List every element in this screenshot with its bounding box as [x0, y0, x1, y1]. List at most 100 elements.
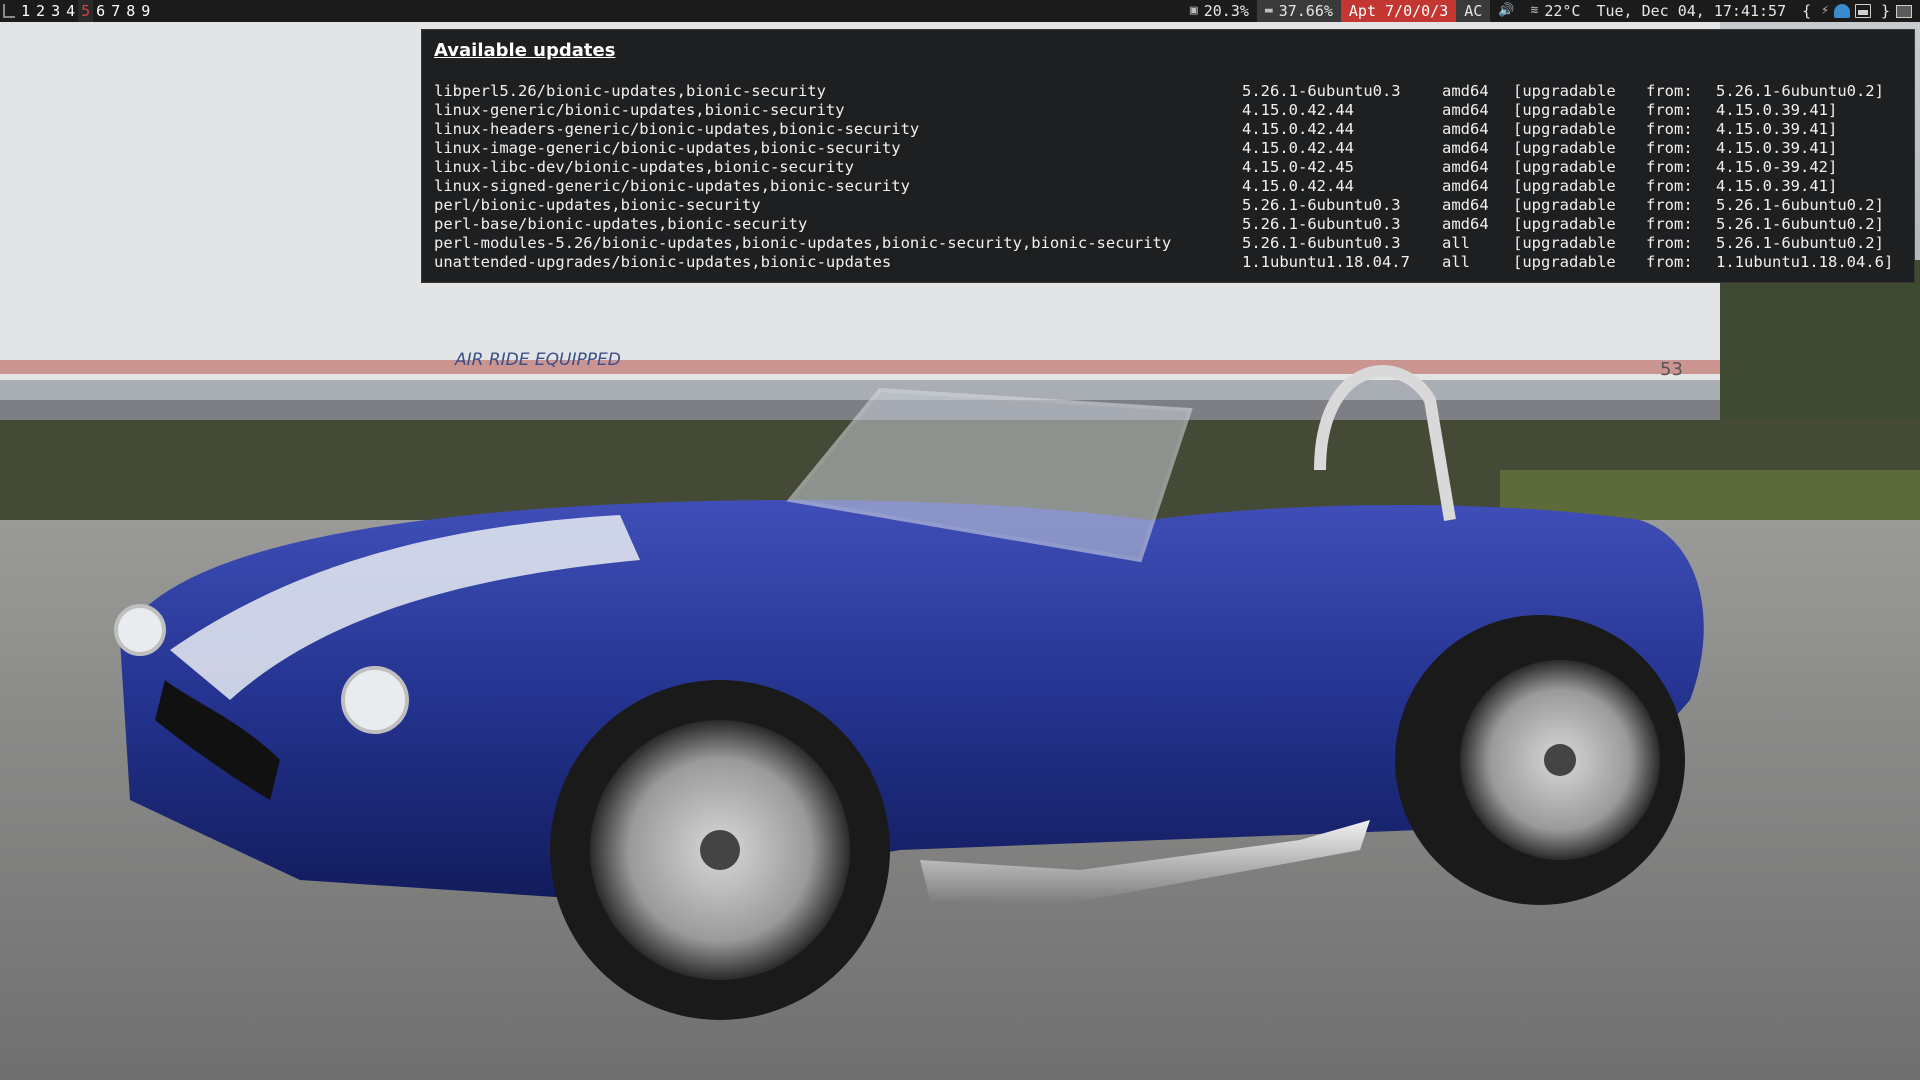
workspace-8[interactable]: 8 [123, 0, 138, 22]
update-row: linux-signed-generic/bionic-updates,bion… [434, 177, 1893, 196]
architecture: amd64 [1442, 158, 1489, 176]
package-name: libperl5.26/bionic-updates,bionic-securi… [434, 82, 826, 100]
architecture: all [1442, 234, 1470, 252]
from-label: from: [1646, 139, 1693, 157]
temperature-icon: ≋ [1530, 3, 1539, 18]
cpu-indicator: ▣ 20.3% [1182, 0, 1257, 22]
power-tray-icon[interactable] [1854, 4, 1871, 18]
from-label: from: [1646, 196, 1693, 214]
apt-value: Apt 7/0/0/3 [1348, 2, 1449, 20]
workspace-6[interactable]: 6 [93, 0, 108, 22]
workspace-list: 123456789 [18, 0, 153, 22]
update-row: linux-image-generic/bionic-updates,bioni… [434, 139, 1893, 158]
workspace-7[interactable]: 7 [108, 0, 123, 22]
cpu-icon: ▣ [1189, 3, 1198, 18]
old-version: 4.15.0.39.41] [1716, 177, 1838, 195]
package-name: unattended-upgrades/bionic-updates,bioni… [434, 253, 892, 271]
workspace-2[interactable]: 2 [33, 0, 48, 22]
new-version: 4.15.0.42.44 [1242, 120, 1354, 138]
status-bar: 123456789 ▣ 20.3% ▬ 37.66% Apt 7/0/0/3 A… [0, 0, 1920, 22]
architecture: amd64 [1442, 120, 1489, 138]
upgrade-status: [upgradable [1513, 82, 1616, 100]
tray-brace-close: } [1880, 2, 1890, 20]
upgrade-status: [upgradable [1513, 215, 1616, 233]
memory-value: 37.66% [1278, 2, 1333, 20]
upgrade-status: [upgradable [1513, 139, 1616, 157]
upgrade-status: [upgradable [1513, 177, 1616, 195]
battery-tray-icon[interactable]: ⚡ [1821, 0, 1829, 22]
updates-popup: Available updates libperl5.26/bionic-upd… [421, 29, 1915, 283]
updates-table: libperl5.26/bionic-updates,bionic-securi… [434, 82, 1893, 272]
package-name: perl-modules-5.26/bionic-updates,bionic-… [434, 234, 1172, 252]
updates-title: Available updates [434, 40, 616, 61]
package-name: perl/bionic-updates,bionic-security [434, 196, 761, 214]
workspace-1[interactable]: 1 [18, 0, 33, 22]
architecture: amd64 [1442, 82, 1489, 100]
from-label: from: [1646, 177, 1693, 195]
trailer-text: AIR RIDE EQUIPPED [454, 350, 621, 370]
from-label: from: [1646, 234, 1693, 252]
upgrade-status: [upgradable [1513, 196, 1616, 214]
new-version: 1.1ubuntu1.18.04.7 [1242, 253, 1410, 271]
from-label: from: [1646, 158, 1693, 176]
layout-icon[interactable] [0, 0, 18, 22]
old-version: 4.15.0.39.41] [1716, 139, 1838, 157]
from-label: from: [1646, 120, 1693, 138]
new-version: 4.15.0.42.44 [1242, 139, 1354, 157]
workspace-9[interactable]: 9 [138, 0, 153, 22]
package-name: linux-signed-generic/bionic-updates,bion… [434, 177, 910, 195]
new-version: 5.26.1-6ubuntu0.3 [1242, 82, 1401, 100]
new-version: 4.15.0.42.44 [1242, 101, 1354, 119]
trailer-number: 53 [1660, 359, 1683, 380]
upgrade-status: [upgradable [1513, 120, 1616, 138]
temperature-indicator: ≋ 22°C [1523, 0, 1589, 22]
update-row: linux-headers-generic/bionic-updates,bio… [434, 120, 1893, 139]
architecture: amd64 [1442, 101, 1489, 119]
memory-icon: ▬ [1264, 3, 1273, 18]
architecture: all [1442, 253, 1470, 271]
workspace-4[interactable]: 4 [63, 0, 78, 22]
new-version: 4.15.0.42.44 [1242, 177, 1354, 195]
update-row: linux-libc-dev/bionic-updates,bionic-sec… [434, 158, 1893, 177]
architecture: amd64 [1442, 139, 1489, 157]
update-row: unattended-upgrades/bionic-updates,bioni… [434, 253, 1893, 272]
power-indicator: AC [1456, 0, 1491, 22]
package-name: linux-image-generic/bionic-updates,bioni… [434, 139, 901, 157]
update-row: libperl5.26/bionic-updates,bionic-securi… [434, 82, 1893, 101]
old-version: 1.1ubuntu1.18.04.6] [1716, 253, 1894, 271]
update-row: perl-modules-5.26/bionic-updates,bionic-… [434, 234, 1893, 253]
volume-icon: 🔊 [1498, 3, 1515, 18]
new-version: 4.15.0-42.45 [1242, 158, 1354, 176]
volume-indicator[interactable]: 🔊 [1490, 0, 1522, 22]
workspace-3[interactable]: 3 [48, 0, 63, 22]
memory-indicator: ▬ 37.66% [1256, 0, 1341, 22]
architecture: amd64 [1442, 196, 1489, 214]
package-name: linux-headers-generic/bionic-updates,bio… [434, 120, 920, 138]
update-row: linux-generic/bionic-updates,bionic-secu… [434, 101, 1893, 120]
architecture: amd64 [1442, 215, 1489, 233]
temperature-value: 22°C [1544, 2, 1581, 20]
display-tray-icon[interactable] [1896, 4, 1912, 18]
new-version: 5.26.1-6ubuntu0.3 [1242, 234, 1401, 252]
update-row: perl-base/bionic-updates,bionic-security… [434, 215, 1893, 234]
old-version: 5.26.1-6ubuntu0.2] [1716, 82, 1884, 100]
upgrade-status: [upgradable [1513, 158, 1616, 176]
cpu-value: 20.3% [1203, 2, 1249, 20]
upgrade-status: [upgradable [1513, 234, 1616, 252]
upgrade-status: [upgradable [1513, 253, 1616, 271]
old-version: 4.15.0-39.42] [1716, 158, 1838, 176]
new-version: 5.26.1-6ubuntu0.3 [1242, 215, 1401, 233]
network-tray-icon[interactable] [1833, 4, 1850, 18]
from-label: from: [1646, 101, 1693, 119]
from-label: from: [1646, 215, 1693, 233]
update-row: perl/bionic-updates,bionic-security 5.26.… [434, 196, 1893, 215]
apt-indicator[interactable]: Apt 7/0/0/3 [1340, 0, 1457, 22]
from-label: from: [1646, 253, 1693, 271]
workspace-5[interactable]: 5 [78, 0, 94, 22]
tray: { ⚡ } [1794, 0, 1920, 22]
clock-value: Tue, Dec 04, 17:41:57 [1596, 2, 1787, 20]
from-label: from: [1646, 82, 1693, 100]
clock[interactable]: Tue, Dec 04, 17:41:57 [1588, 0, 1794, 22]
old-version: 5.26.1-6ubuntu0.2] [1716, 196, 1884, 214]
old-version: 5.26.1-6ubuntu0.2] [1716, 215, 1884, 233]
